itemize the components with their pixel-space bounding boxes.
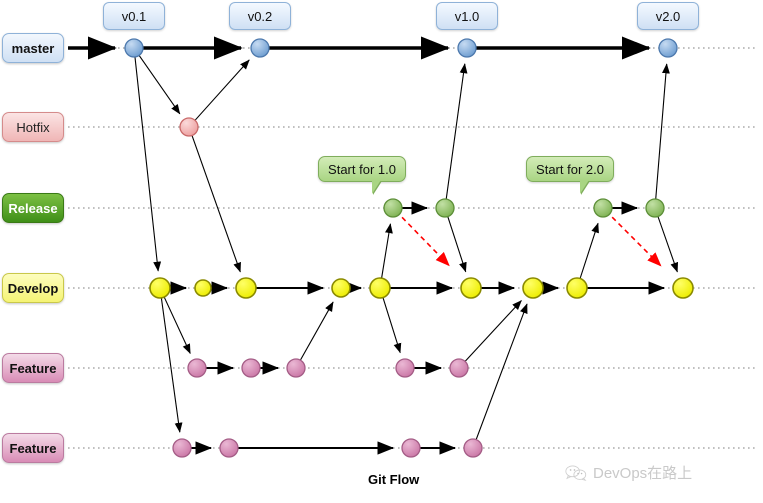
lane-label-text: Feature — [9, 440, 57, 456]
callout-text: Start for 1.0 — [328, 161, 396, 177]
commit-node-d1[interactable] — [149, 277, 171, 299]
commit-nodes — [124, 38, 694, 458]
commit-node-r1[interactable] — [383, 198, 403, 218]
commit-node-f2c[interactable] — [401, 438, 421, 458]
git-flow-diagram: master Hotfix Release Develop Feature Feature… — [0, 0, 763, 503]
page-title: Git Flow — [368, 472, 420, 487]
lane-label-feature2[interactable]: Feature — [2, 433, 64, 463]
version-tag-text: v0.1 — [121, 8, 147, 24]
commit-node-d6[interactable] — [460, 277, 482, 299]
version-tag-text: v0.2 — [247, 8, 273, 24]
commit-node-f1c[interactable] — [286, 358, 306, 378]
version-tag-v0-2[interactable]: v0.2 — [229, 2, 291, 30]
commit-node-r2[interactable] — [435, 198, 455, 218]
commit-node-m3[interactable] — [457, 38, 477, 58]
edge-r1-to-d6 — [401, 216, 450, 267]
edge-d8-to-r3 — [579, 222, 599, 279]
version-tag-v1-0[interactable]: v1.0 — [436, 2, 498, 30]
edge-layer — [68, 36, 755, 458]
commit-node-f1d[interactable] — [395, 358, 415, 378]
edge-f1c-to-d4 — [299, 301, 334, 361]
commit-node-r3[interactable] — [593, 198, 613, 218]
commit-node-d9[interactable] — [672, 277, 694, 299]
edge-r2-to-m3 — [445, 63, 468, 200]
commit-node-d5[interactable] — [369, 277, 391, 299]
commit-node-m1[interactable] — [124, 38, 144, 58]
commit-node-m4[interactable] — [658, 38, 678, 58]
edge-m1-to-d1 — [134, 56, 162, 272]
lane-label-release[interactable]: Release — [2, 193, 64, 223]
commit-node-f1b[interactable] — [241, 358, 261, 378]
edge-r2-to-d6 — [447, 216, 467, 273]
commit-node-f2d[interactable] — [463, 438, 483, 458]
edge-r4-to-m4 — [655, 63, 670, 200]
callout-tail — [372, 180, 381, 194]
edge-h1-to-d3 — [191, 135, 241, 273]
version-tag-v0-1[interactable]: v0.1 — [103, 2, 165, 30]
commit-node-d3[interactable] — [235, 277, 257, 299]
wechat-icon — [565, 464, 587, 481]
edge-r3-to-d9 — [611, 216, 662, 267]
version-tag-text: v1.0 — [454, 8, 480, 24]
commit-node-d2[interactable] — [194, 279, 212, 297]
commit-node-m2[interactable] — [250, 38, 270, 58]
commit-node-d4[interactable] — [331, 278, 351, 298]
edge-h1-to-m2 — [194, 59, 250, 121]
commit-node-h1[interactable] — [179, 117, 199, 137]
edge-r4-to-d9 — [657, 216, 679, 273]
edge-m1-to-h1 — [138, 55, 181, 115]
edge-d1-to-f2a — [160, 297, 183, 433]
lane-label-text: Release — [8, 200, 58, 216]
edge-f1e-to-d7 — [464, 300, 522, 362]
commit-node-r4[interactable] — [645, 198, 665, 218]
lane-label-text: Hotfix — [16, 119, 50, 135]
callout-tail — [580, 180, 589, 194]
version-tag-text: v2.0 — [655, 8, 681, 24]
callout-1[interactable]: Start for 1.0 — [318, 156, 406, 194]
callout-text: Start for 2.0 — [536, 161, 604, 177]
edge-d5-to-f1d — [382, 297, 402, 354]
commit-node-f2a[interactable] — [172, 438, 192, 458]
watermark-text: DevOps在路上 — [593, 465, 693, 482]
callout-2[interactable]: Start for 2.0 — [526, 156, 614, 194]
commit-node-f1e[interactable] — [449, 358, 469, 378]
commit-node-d8[interactable] — [566, 277, 588, 299]
branch-edges — [68, 36, 679, 455]
lane-label-feature1[interactable]: Feature — [2, 353, 64, 383]
lane-label-master[interactable]: master — [2, 33, 64, 63]
commit-node-f2b[interactable] — [219, 438, 239, 458]
lane-label-text: Feature — [9, 360, 57, 376]
commit-node-f1a[interactable] — [187, 358, 207, 378]
watermark: DevOps在路上 — [565, 462, 692, 483]
version-tag-v2-0[interactable]: v2.0 — [637, 2, 699, 30]
lane-label-text: Develop — [7, 280, 59, 296]
lane-label-hotfix[interactable]: Hotfix — [2, 112, 64, 142]
lane-guide-lines — [68, 47, 755, 449]
lane-label-text: master — [11, 40, 55, 56]
edge-d5-to-r1 — [381, 223, 393, 279]
edge-f2d-to-d7 — [475, 303, 528, 440]
commit-node-d7[interactable] — [522, 277, 544, 299]
lane-label-develop[interactable]: Develop — [2, 273, 64, 303]
